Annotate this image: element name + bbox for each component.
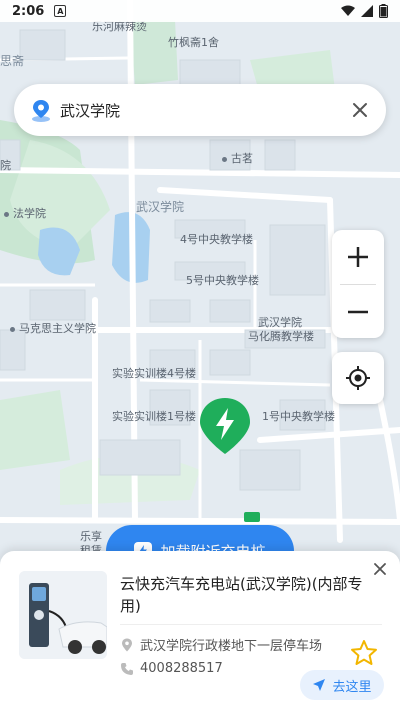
navigate-button[interactable]: 去这里 [300, 670, 384, 700]
station-card: 云快充汽车充电站(武汉学院)(内部专用) 武汉学院行政楼地下一层停车场 4008… [0, 551, 400, 712]
poi-dot [10, 326, 15, 332]
station-address-row: 武汉学院行政楼地下一层停车场 [120, 635, 322, 654]
search-bar[interactable]: 武汉学院 [14, 84, 386, 136]
station-phone[interactable]: 4008288517 [140, 661, 223, 676]
poi-dot [4, 211, 9, 217]
map-label: 1号中央教学楼 [262, 410, 335, 423]
map-label: 竹枫斋1舍 [168, 36, 219, 49]
map-label: 古茗 [222, 150, 253, 166]
phone-icon [121, 662, 133, 675]
my-location-button[interactable] [332, 352, 384, 404]
location-pin-icon [32, 100, 50, 122]
clear-search-icon[interactable] [350, 100, 370, 120]
map-label-text: 古茗 [231, 152, 253, 165]
poi-dot [222, 156, 227, 162]
status-icons [341, 4, 388, 18]
map-label-text: 马克思主义学院 [19, 322, 96, 335]
map-label: 5号中央教学楼 [186, 274, 259, 287]
zoom-out-button[interactable] [332, 285, 384, 339]
notification-badge-icon: A [54, 5, 67, 17]
charger-photo-icon [19, 571, 107, 659]
crosshair-icon [346, 366, 370, 390]
station-address: 武汉学院行政楼地下一层停车场 [140, 639, 323, 654]
station-image [19, 571, 107, 659]
map-label: 马化腾教学楼 [248, 330, 314, 343]
wifi-icon [341, 5, 355, 16]
navigate-label: 去这里 [332, 679, 372, 695]
station-phone-row: 4008288517 [120, 661, 223, 676]
map-label-text: 法学院 [13, 207, 46, 220]
zoom-in-button[interactable] [332, 230, 384, 284]
station-name: 云快充汽车充电站(武汉学院)(内部专用) [120, 575, 363, 615]
status-time: 2:06 [12, 3, 45, 19]
signal-icon [361, 5, 373, 17]
map-label: 4号中央教学楼 [180, 233, 253, 246]
plus-icon [348, 247, 368, 267]
navigate-arrow-icon [313, 679, 326, 691]
map-label: 马克思主义学院 [10, 320, 96, 336]
charging-station-marker-icon[interactable] [198, 396, 252, 456]
map-label: 法学院 [4, 205, 46, 221]
map-label: 实验实训楼1号楼 [112, 410, 196, 423]
map-label: 院 [0, 159, 11, 172]
status-bar: 2:06 A [0, 0, 400, 22]
zoom-controls [332, 230, 384, 338]
map-label: 武汉学院 [136, 200, 185, 214]
favorite-star-icon[interactable] [350, 639, 378, 667]
search-query-text[interactable]: 武汉学院 [60, 100, 350, 121]
card-divider [120, 624, 382, 625]
battery-icon [379, 4, 388, 18]
map-label: 思斋 [0, 54, 25, 68]
map-label: 实验实训楼4号楼 [112, 367, 196, 380]
address-pin-icon [122, 638, 132, 651]
minus-icon [348, 310, 368, 314]
